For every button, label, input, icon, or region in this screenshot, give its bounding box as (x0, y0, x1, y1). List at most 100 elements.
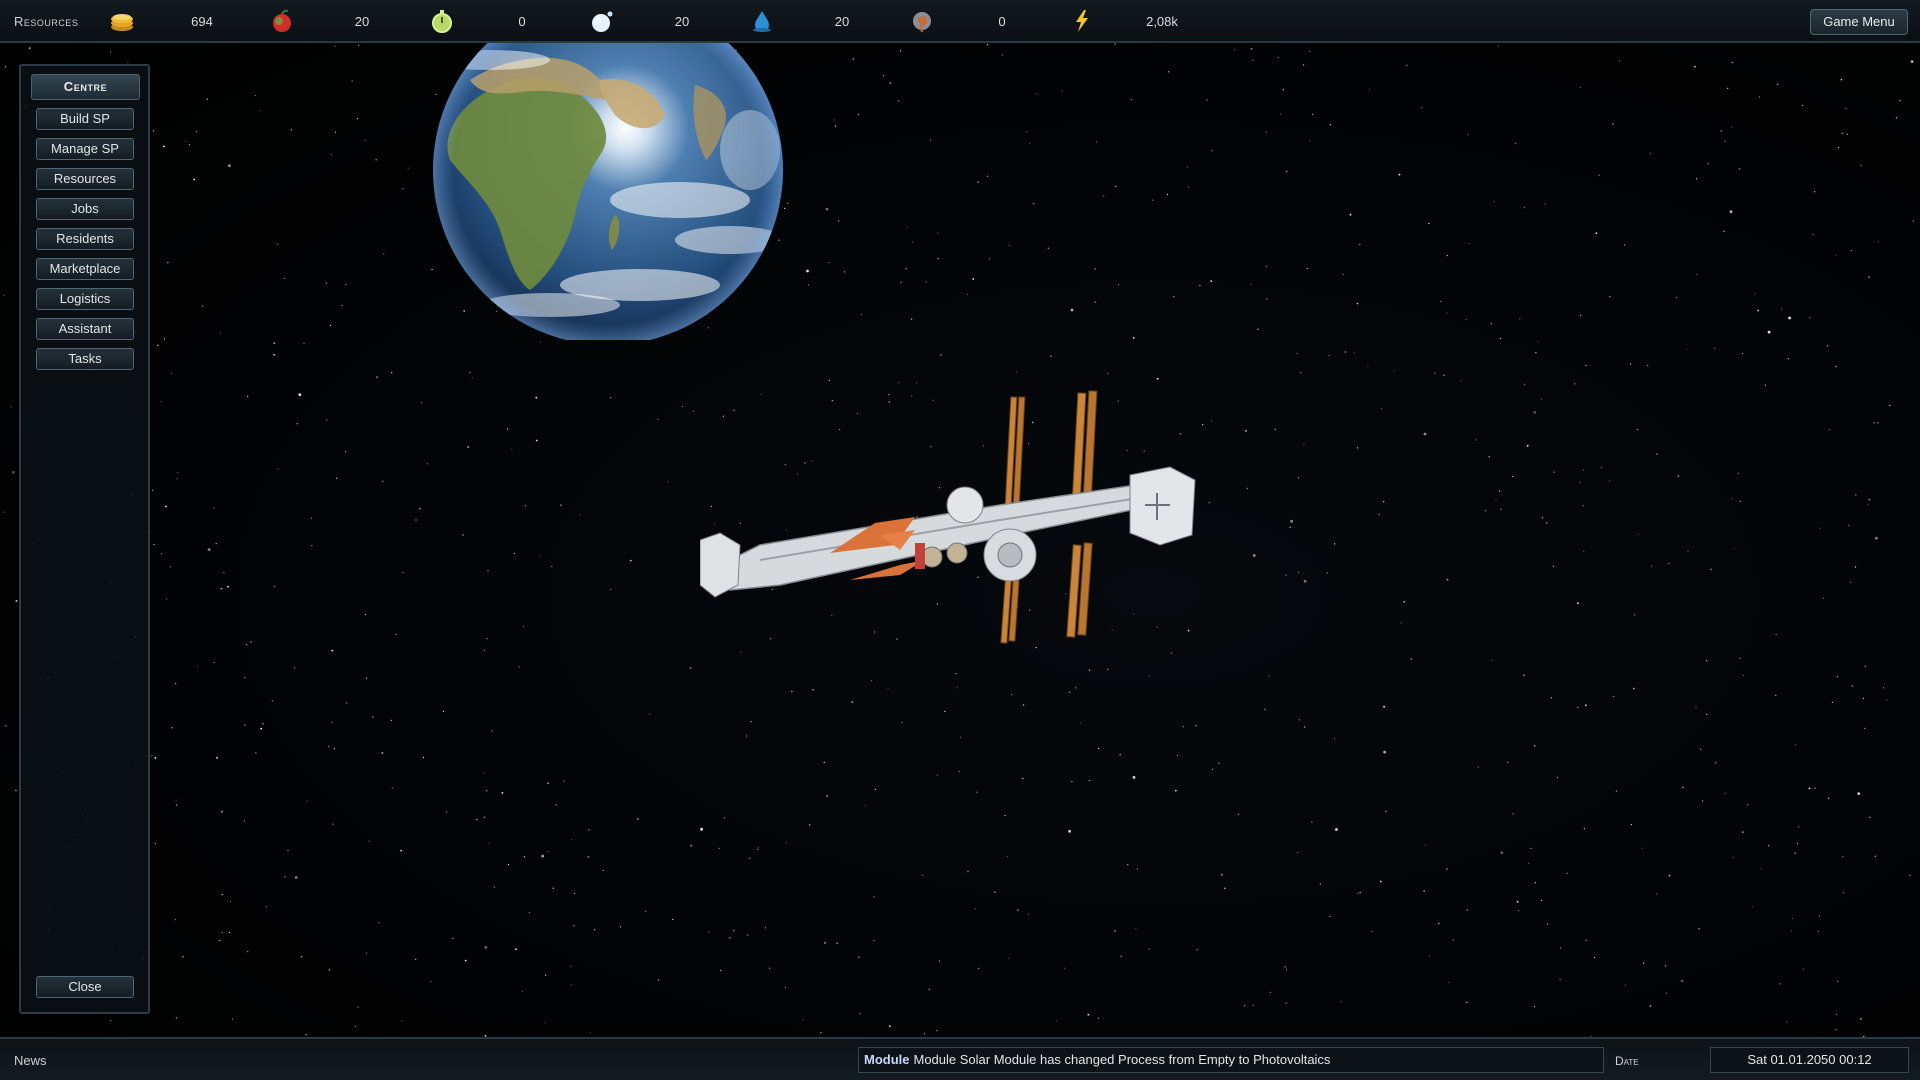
star (364, 139, 366, 141)
game-menu-button[interactable]: Game Menu (1810, 9, 1908, 35)
logistics-button[interactable]: Logistics (36, 288, 134, 310)
star (1367, 365, 1369, 367)
solar-panel-right-top[interactable] (1071, 390, 1098, 504)
star (293, 667, 296, 669)
star (501, 792, 504, 794)
star (296, 423, 298, 425)
star (1814, 787, 1816, 789)
star (864, 805, 866, 807)
star (1075, 687, 1077, 689)
star (1556, 776, 1559, 779)
star (571, 839, 573, 841)
assistant-button[interactable]: Assistant (36, 318, 134, 340)
star (1809, 316, 1811, 319)
solar-panel-right-bottom[interactable] (1066, 542, 1093, 638)
star (1516, 900, 1519, 903)
star (987, 44, 989, 46)
star (1837, 980, 1839, 982)
star (167, 262, 169, 264)
star (1910, 60, 1914, 63)
news-ticker[interactable]: Module Module Solar Module has changed Pr… (858, 1047, 1604, 1073)
star (573, 925, 575, 927)
star (936, 774, 938, 776)
oxygen-bubble-icon[interactable] (589, 8, 615, 34)
star (1329, 124, 1331, 126)
star (1475, 439, 1477, 441)
star (1518, 910, 1520, 912)
star (228, 164, 231, 168)
star (1851, 685, 1853, 687)
star (5, 725, 7, 727)
star (378, 922, 380, 924)
star (1333, 737, 1336, 739)
star (259, 110, 261, 112)
star (109, 51, 112, 53)
star (1781, 308, 1783, 310)
manage-sp-button[interactable]: Manage SP (36, 138, 134, 160)
star (1428, 222, 1430, 225)
coins-icon[interactable] (109, 8, 135, 34)
star (1530, 847, 1532, 850)
star (163, 338, 165, 340)
star (1732, 856, 1734, 858)
jobs-button[interactable]: Jobs (36, 198, 134, 220)
star (11, 471, 15, 474)
space-station[interactable] (700, 385, 1220, 645)
star (1831, 701, 1833, 704)
star (1696, 178, 1698, 180)
star (645, 910, 647, 912)
star (1836, 1014, 1838, 1016)
star (1196, 949, 1198, 951)
news-category-tag: Module (864, 1052, 910, 1067)
star (1356, 302, 1359, 305)
residents-button[interactable]: Residents (36, 228, 134, 250)
water-drop-icon[interactable] (749, 8, 775, 34)
resources-bar: Resources 694 20 0 20 20 0 2,08k Game Me… (0, 0, 1920, 43)
star (1842, 892, 1845, 894)
star (1335, 828, 1338, 831)
star (1873, 421, 1876, 424)
star (1244, 1005, 1246, 1007)
close-button[interactable]: Close (36, 976, 134, 998)
star (1114, 43, 1117, 45)
star (1353, 352, 1355, 354)
star (1775, 694, 1777, 696)
star (298, 393, 302, 396)
star (176, 804, 178, 806)
ore-icon[interactable] (909, 8, 935, 34)
apple-icon[interactable] (269, 8, 295, 34)
stopwatch-icon[interactable] (429, 8, 455, 34)
earth-planet[interactable] (430, 40, 790, 340)
star (1600, 467, 1602, 469)
star (1739, 657, 1741, 659)
star (1103, 195, 1105, 197)
space-viewport[interactable] (0, 0, 1920, 1080)
lightning-icon[interactable] (1069, 8, 1095, 34)
star (1609, 296, 1611, 298)
solar-panel-left-top[interactable] (1004, 396, 1026, 508)
star (1519, 318, 1521, 320)
marketplace-button[interactable]: Marketplace (36, 258, 134, 280)
star (1846, 133, 1848, 135)
star (221, 893, 223, 896)
star (160, 553, 162, 555)
build-sp-button[interactable]: Build SP (36, 108, 134, 130)
star (400, 849, 403, 852)
star (1787, 358, 1789, 360)
star (1862, 697, 1864, 699)
star (376, 376, 378, 379)
star (1156, 377, 1159, 380)
star (476, 818, 478, 821)
star (1528, 862, 1530, 865)
tasks-button[interactable]: Tasks (36, 348, 134, 370)
star (196, 666, 198, 668)
star (824, 942, 826, 944)
star (418, 507, 421, 510)
resources-button[interactable]: Resources (36, 168, 134, 190)
star (1328, 354, 1330, 357)
star (1359, 243, 1361, 245)
star (1440, 300, 1442, 302)
star (1742, 831, 1744, 833)
star (1656, 893, 1658, 895)
star (807, 284, 810, 286)
